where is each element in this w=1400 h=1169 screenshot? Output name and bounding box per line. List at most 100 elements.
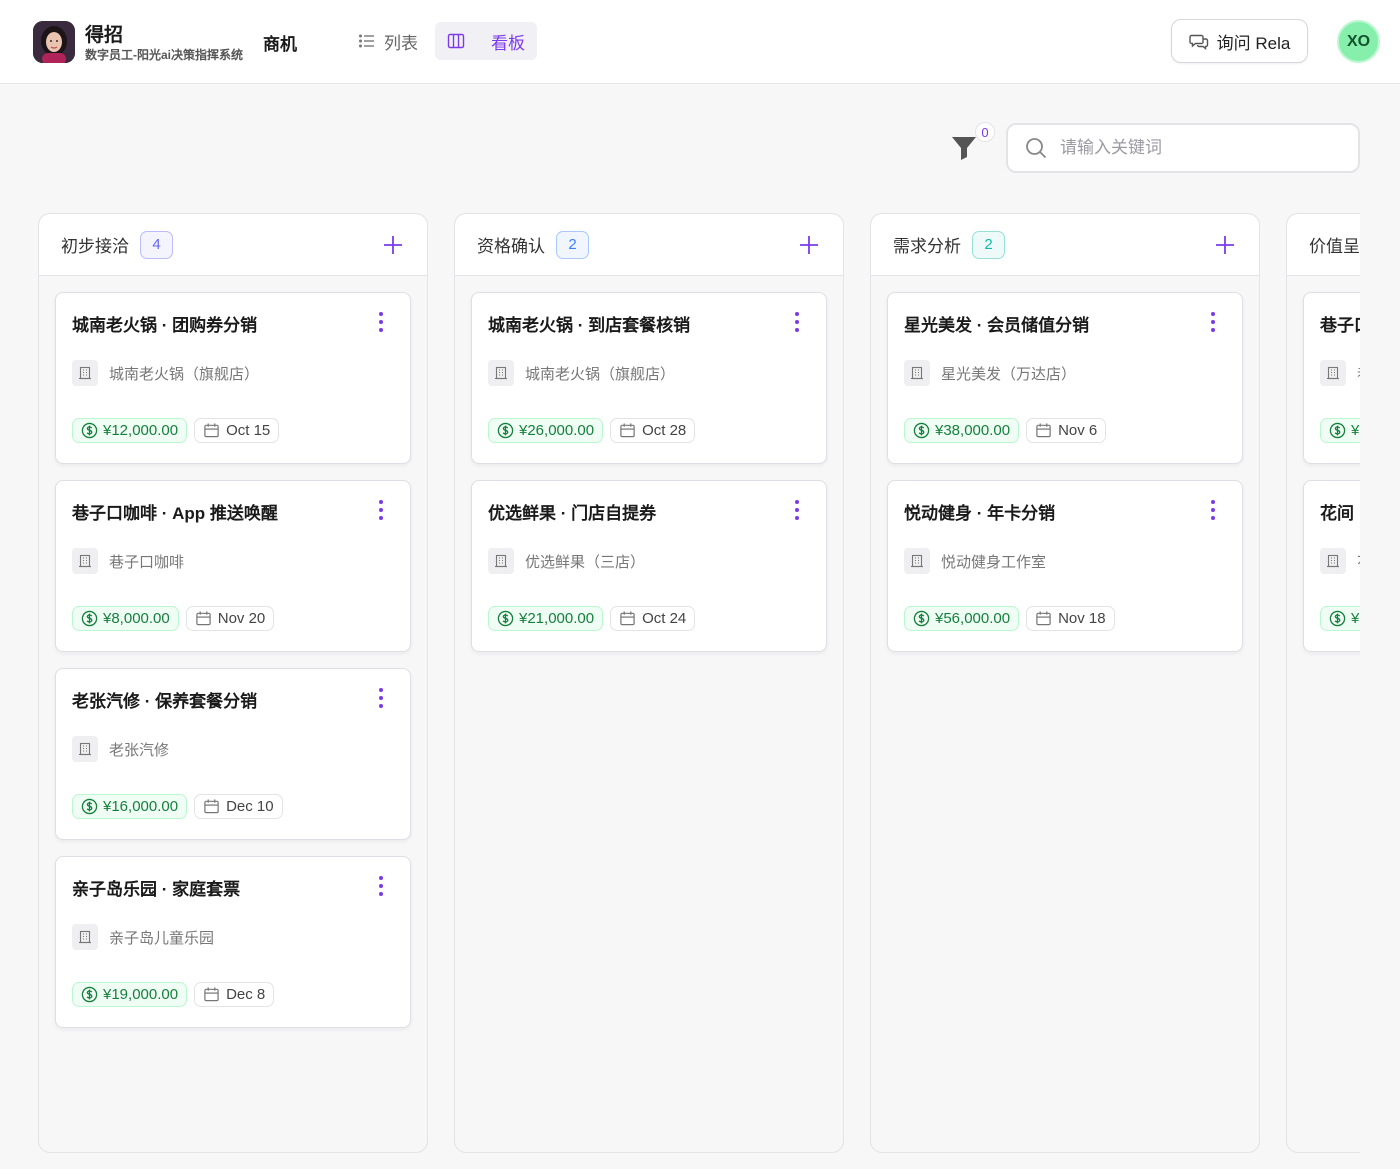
building-icon [904,360,930,386]
more-vertical-icon[interactable] [792,499,802,521]
column-body: 巷子口咖啡 巷子口咖啡 ¥ [1287,276,1360,652]
calendar-icon [620,423,635,438]
amount-tag: ¥26,000.00 [488,418,604,443]
card-title: 城南老火锅 · 到店套餐核销 [488,316,691,335]
deal-card[interactable]: 花间 花间 ¥ [1303,480,1360,652]
more-vertical-icon[interactable] [376,311,386,333]
company-row: 巷子口咖啡 [1320,360,1360,386]
deal-card[interactable]: 亲子岛乐园 · 家庭套票 亲子岛儿童乐园 ¥19,000.00 Dec 8 [55,856,411,1028]
tab-kanban-view[interactable]: 看板 [435,22,537,60]
amount-tag: ¥21,000.00 [488,606,604,631]
deal-card[interactable]: 城南老火锅 · 到店套餐核销 城南老火锅（旗舰店） ¥26,000.00 Oct… [471,292,827,464]
company-name: 巷子口咖啡 [109,553,185,571]
more-vertical-icon[interactable] [1208,311,1218,333]
card-title: 城南老火锅 · 团购券分销 [72,316,258,335]
card-tags: ¥ [1320,606,1360,631]
amount-tag: ¥16,000.00 [72,794,188,819]
company-name: 城南老火锅（旗舰店） [109,365,260,383]
amount-value: ¥38,000.00 [935,422,1011,439]
column-count-badge: 2 [556,230,589,259]
company-row: 城南老火锅（旗舰店） [72,360,259,386]
calendar-icon [204,987,219,1002]
company-name: 城南老火锅（旗舰店） [525,365,676,383]
deal-card[interactable]: 巷子口咖啡 · App 推送唤醒 巷子口咖啡 ¥8,000.00 Nov 20 [55,480,411,652]
list-icon [359,34,374,48]
brand-name: 得招 [85,25,124,46]
more-vertical-icon[interactable] [376,687,386,709]
company-name: 优选鲜果（三店） [525,553,646,571]
dollar-circle-icon [1329,422,1346,439]
date-tag: Oct 28 [610,418,696,443]
building-icon [1320,548,1346,574]
page-title: 商机 [263,35,297,54]
date-value: Nov 18 [1058,610,1106,627]
amount-value: ¥56,000.00 [935,610,1011,627]
deal-card[interactable]: 优选鲜果 · 门店自提券 优选鲜果（三店） ¥21,000.00 Oct 24 [471,480,827,652]
card-tags: ¥56,000.00 Nov 18 [904,606,1115,631]
dollar-circle-icon [81,610,98,627]
dollar-circle-icon [81,798,98,815]
date-tag: Oct 24 [610,606,696,631]
building-icon [72,924,98,950]
more-vertical-icon[interactable] [792,311,802,333]
company-name: 老张汽修 [109,741,170,759]
date-value: Dec 8 [226,986,266,1003]
dollar-circle-icon [913,610,930,627]
card-title: 悦动健身 · 年卡分销 [904,504,1056,523]
date-tag: Oct 15 [194,418,280,443]
dollar-circle-icon [497,422,514,439]
company-row: 花间 [1320,548,1360,574]
amount-value: ¥ [1351,422,1360,439]
card-title: 优选鲜果 · 门店自提券 [488,504,657,523]
amount-value: ¥19,000.00 [103,986,179,1003]
add-card-button[interactable] [381,233,405,257]
ask-rela-button[interactable]: 询问 Rela [1171,19,1308,63]
brand-logo[interactable] [33,21,75,63]
date-value: Nov 6 [1058,422,1098,439]
card-title: 星光美发 · 会员储值分销 [904,316,1090,335]
filter-count-badge: 0 [975,122,995,142]
deal-card[interactable]: 巷子口咖啡 巷子口咖啡 ¥ [1303,292,1360,464]
company-row: 悦动健身工作室 [904,548,1046,574]
more-vertical-icon[interactable] [1208,499,1218,521]
column-title: 资格确认 [477,237,545,256]
dollar-circle-icon [1329,610,1346,627]
search-input[interactable] [1060,138,1340,158]
deal-card[interactable]: 老张汽修 · 保养套餐分销 老张汽修 ¥16,000.00 Dec 10 [55,668,411,840]
company-row: 优选鲜果（三店） [488,548,645,574]
amount-tag: ¥ [1320,418,1360,443]
more-vertical-icon[interactable] [376,499,386,521]
company-name: 亲子岛儿童乐园 [109,929,215,947]
column-body: 星光美发 · 会员储值分销 星光美发（万达店） ¥38,000.00 Nov 6… [871,276,1259,652]
deal-card[interactable]: 星光美发 · 会员储值分销 星光美发（万达店） ¥38,000.00 Nov 6 [887,292,1243,464]
user-avatar[interactable]: XO [1337,20,1380,63]
date-value: Dec 10 [226,798,274,815]
deal-card[interactable]: 城南老火锅 · 团购券分销 城南老火锅（旗舰店） ¥12,000.00 Oct … [55,292,411,464]
tab-list-view[interactable]: 列表 [346,22,430,60]
amount-tag: ¥19,000.00 [72,982,188,1007]
ask-rela-label: 询问 Rela [1216,33,1291,53]
amount-value: ¥16,000.00 [103,798,179,815]
more-vertical-icon[interactable] [376,875,386,897]
column-title: 需求分析 [893,237,961,256]
building-icon [488,548,514,574]
company-row: 亲子岛儿童乐园 [72,924,214,950]
date-value: Oct 15 [226,422,271,439]
card-tags: ¥38,000.00 Nov 6 [904,418,1107,443]
add-card-button[interactable] [1213,233,1237,257]
building-icon [488,360,514,386]
amount-value: ¥21,000.00 [519,610,595,627]
kanban-icon [447,33,465,49]
card-tags: ¥ [1320,418,1360,443]
company-row: 巷子口咖啡 [72,548,184,574]
date-value: Oct 28 [642,422,687,439]
card-tags: ¥8,000.00 Nov 20 [72,606,275,631]
chat-icon [1188,34,1208,50]
add-card-button[interactable] [797,233,821,257]
card-title: 花间 [1320,504,1354,523]
column-title: 初步接洽 [61,237,129,256]
deal-card[interactable]: 悦动健身 · 年卡分销 悦动健身工作室 ¥56,000.00 Nov 18 [887,480,1243,652]
column-body: 城南老火锅 · 团购券分销 城南老火锅（旗舰店） ¥12,000.00 Oct … [39,276,427,1028]
amount-tag: ¥ [1320,606,1360,631]
card-tags: ¥21,000.00 Oct 24 [488,606,696,631]
